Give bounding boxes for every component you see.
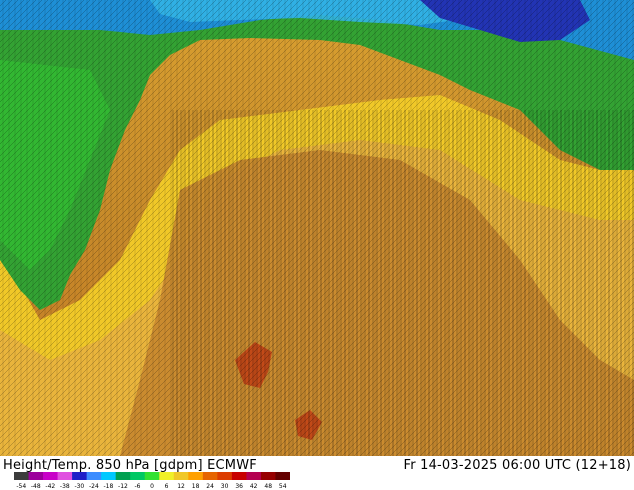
colorbar-tick-label: 6 [164, 483, 169, 490]
colorbar-tick-label: -48 [30, 483, 41, 490]
colorbar-tick-label: -42 [45, 483, 56, 490]
colorbar [14, 472, 290, 480]
colorbar-swatch [217, 472, 233, 480]
colorbar-tick-label: -18 [103, 483, 114, 490]
colorbar-swatch [130, 472, 146, 480]
colorbar-swatch [173, 472, 189, 480]
colorbar-swatch [260, 472, 276, 480]
colorbar-tick-label: 18 [191, 483, 200, 490]
colorbar-tick-label: 0 [150, 483, 154, 490]
temperature-map [0, 0, 634, 456]
colorbar-swatch [188, 472, 204, 480]
colorbar-swatch [86, 472, 102, 480]
colorbar-tick-label: 24 [206, 483, 214, 490]
colorbar-tick-label: -6 [134, 483, 141, 490]
colorbar-tick-label: 12 [177, 483, 185, 490]
colorbar-swatch [57, 472, 73, 480]
colorbar-swatch [144, 472, 160, 480]
colorbar-tick-label: 54 [278, 483, 287, 490]
map-timestamp: Fr 14-03-2025 06:00 UTC (12+18) [403, 458, 631, 473]
colorbar-swatch [43, 472, 59, 480]
colorbar-tick-label: 42 [249, 483, 258, 490]
colorbar-tick-labels: -54 -48 -42 -38 -30 -24 -18 -12 -6 0 6 12 18 24 30 36 42… [0, 483, 634, 490]
colorbar-swatch [231, 472, 247, 480]
colorbar-tick-label: -24 [88, 483, 99, 490]
vertical-contour-texture [170, 110, 634, 456]
colorbar-swatch [202, 472, 218, 480]
colorbar-tick-label: -30 [74, 483, 85, 490]
colorbar-tick-label: -38 [59, 483, 70, 490]
colorbar-swatch [28, 472, 44, 480]
colorbar-tick-label: -12 [118, 483, 128, 490]
colorbar-tick-label: 48 [264, 483, 273, 490]
colorbar-tick-label: -54 [16, 483, 27, 490]
colorbar-swatch [115, 472, 131, 480]
colorbar-tick-label: 36 [235, 483, 243, 490]
colorbar-swatch [246, 472, 262, 480]
colorbar-tick-label: 30 [220, 483, 229, 490]
colorbar-swatch [159, 472, 175, 480]
colorbar-swatch [72, 472, 88, 480]
colorbar-swatch [101, 472, 117, 480]
